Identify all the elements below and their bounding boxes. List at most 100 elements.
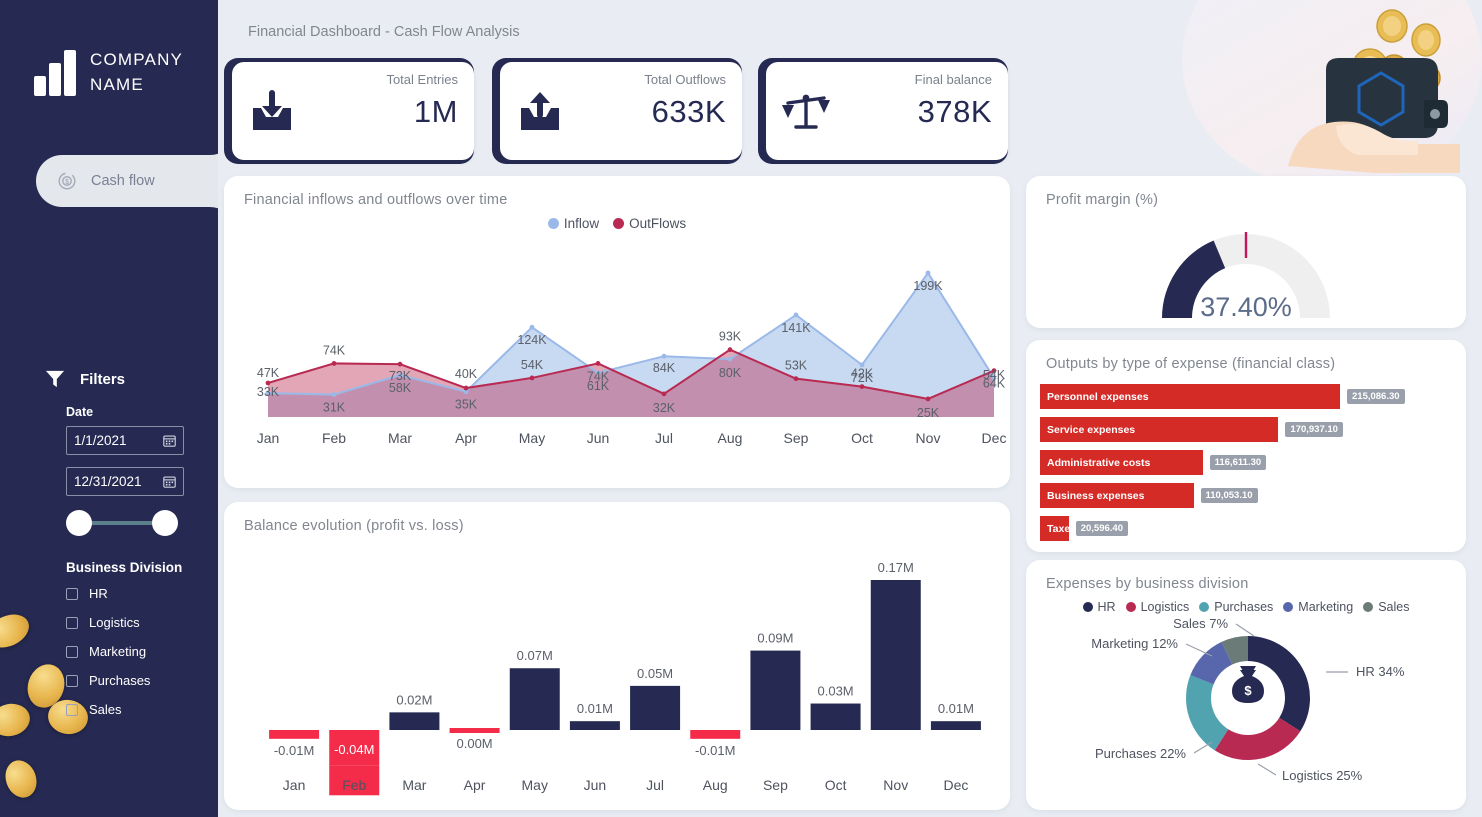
legend-label: Sales [1378, 600, 1409, 614]
expense-bar: Taxes [1040, 516, 1069, 541]
checkbox-row-logistics[interactable]: Logistics [66, 615, 218, 630]
expense-row[interactable]: Administrative costs116,611.30 [1040, 450, 1466, 475]
callout-line [1186, 644, 1212, 656]
legend-item-marketing[interactable]: Marketing [1283, 600, 1353, 614]
bar [750, 651, 800, 730]
donut-callout-label: Sales 7% [1173, 616, 1228, 631]
data-point [530, 325, 535, 330]
kpi-card-total-outflows[interactable]: Total Outflows 633K [492, 58, 742, 164]
money-bag-icon: $ [1232, 666, 1264, 703]
checkbox-logistics[interactable] [66, 617, 78, 629]
checkbox-row-purchases[interactable]: Purchases [66, 673, 218, 688]
calendar-icon [163, 434, 176, 447]
legend-label: HR [1098, 600, 1116, 614]
business-division-label: Business Division [66, 560, 218, 575]
checkbox-label: Purchases [89, 673, 150, 688]
kpi-card-final-balance[interactable]: Final balance 378K [758, 58, 1008, 164]
checkbox-marketing[interactable] [66, 646, 78, 658]
profit-margin-card: Profit margin (%) 37.40% [1026, 176, 1466, 328]
checkbox-label: HR [89, 586, 108, 601]
inbox-download-icon [246, 89, 298, 135]
bar [871, 580, 921, 730]
callout-line [1194, 742, 1212, 753]
data-label: 54K [521, 358, 544, 372]
axis-tick-label: Jun [584, 777, 607, 793]
bar-value-label: 0.00M [457, 736, 493, 751]
sidebar-item-label: Cash flow [91, 173, 155, 189]
bar [389, 712, 439, 730]
checkbox-row-sales[interactable]: Sales [66, 702, 218, 717]
chart-title: Balance evolution (profit vs. loss) [224, 502, 1010, 534]
svg-text:$: $ [65, 179, 69, 186]
data-point [860, 384, 865, 389]
funnel-icon [44, 369, 66, 389]
kpi-card-total-entries[interactable]: Total Entries 1M [224, 58, 474, 164]
legend-item-sales[interactable]: Sales [1363, 600, 1409, 614]
calendar-icon [163, 475, 176, 488]
inflow-outflow-plot: 47K74K73K40K54K74K32K93K53K42K25K64K33K3… [224, 231, 1010, 461]
expense-bar: Business expenses [1040, 483, 1194, 508]
kpi-value: 378K [918, 94, 992, 130]
bar [690, 730, 740, 739]
donut-callout-label: Marketing 12% [1091, 636, 1178, 651]
legend-item-outflows[interactable]: OutFlows [613, 216, 686, 231]
data-label: 124K [517, 333, 547, 347]
axis-tick-label: Jun [587, 430, 610, 446]
expense-bar: Administrative costs [1040, 450, 1203, 475]
checkbox-purchases[interactable] [66, 675, 78, 687]
date-filter-label: Date [66, 405, 218, 419]
expense-bar-list: Personnel expenses215,086.30 Service expe… [1026, 384, 1466, 541]
date-from-input[interactable]: 1/1/2021 [66, 426, 184, 455]
slider-handle-right[interactable] [152, 510, 178, 536]
data-point [398, 362, 403, 367]
legend-label: Purchases [1214, 600, 1273, 614]
expense-type-card: Outputs by type of expense (financial cl… [1026, 340, 1466, 552]
bar-value-label: -0.01M [695, 743, 735, 758]
expense-row[interactable]: Business expenses110,053.10 [1040, 483, 1466, 508]
checkbox-label: Sales [89, 702, 122, 717]
legend-label: Inflow [564, 216, 599, 231]
axis-tick-label: Nov [916, 430, 941, 446]
data-label: 47K [257, 366, 280, 380]
legend-swatch-icon [1283, 602, 1293, 612]
axis-tick-label: Aug [718, 430, 743, 446]
balance-evolution-card: Balance evolution (profit vs. loss) -0.0… [224, 502, 1010, 810]
axis-tick-label: Mar [388, 430, 412, 446]
data-label: 84K [653, 361, 676, 375]
expense-row[interactable]: Taxes20,596.40 [1040, 516, 1466, 541]
wallet-illustration [1274, 8, 1464, 173]
axis-tick-label: Oct [851, 430, 873, 446]
checkbox-row-marketing[interactable]: Marketing [66, 644, 218, 659]
bar [269, 730, 319, 739]
bar [931, 721, 981, 730]
data-label: 74K [323, 343, 346, 357]
bar-value-label: 0.05M [637, 666, 673, 681]
date-range-slider[interactable] [66, 508, 178, 538]
axis-tick-label: Dec [943, 777, 968, 793]
checkbox-sales[interactable] [66, 704, 78, 716]
axis-tick-label: May [519, 430, 545, 446]
page-title: Financial Dashboard - Cash Flow Analysis [248, 24, 520, 40]
legend-item-logistics[interactable]: Logistics [1126, 600, 1190, 614]
data-point [530, 376, 535, 381]
filters-label: Filters [80, 371, 125, 388]
slider-handle-left[interactable] [66, 510, 92, 536]
bar [630, 686, 680, 730]
legend-item-purchases[interactable]: Purchases [1199, 600, 1273, 614]
bar [510, 668, 560, 730]
expense-row[interactable]: Service expenses170,937.10 [1040, 417, 1466, 442]
bar-value-label: -0.01M [274, 743, 314, 758]
data-label: 33K [257, 385, 280, 399]
sidebar-item-cash-flow[interactable]: $ Cash flow [36, 155, 218, 207]
checkbox-hr[interactable] [66, 588, 78, 600]
expense-row[interactable]: Personnel expenses215,086.30 [1040, 384, 1466, 409]
date-to-input[interactable]: 12/31/2021 [66, 467, 184, 496]
division-expenses-card: Expenses by business division HRLogistic… [1026, 560, 1466, 810]
checkbox-row-hr[interactable]: HR [66, 586, 218, 601]
date-from-value: 1/1/2021 [74, 433, 127, 448]
legend-item-inflow[interactable]: Inflow [548, 216, 599, 231]
legend-item-hr[interactable]: HR [1083, 600, 1116, 614]
legend-label: OutFlows [629, 216, 686, 231]
data-label: 80K [719, 366, 742, 380]
axis-tick-label: Jul [655, 430, 673, 446]
